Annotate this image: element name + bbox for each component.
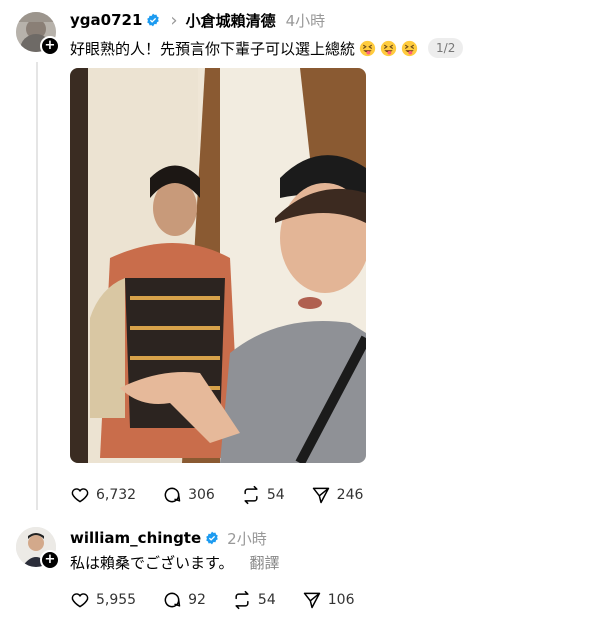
comment-icon [164,487,181,503]
reply-username[interactable]: william_chingte [70,529,201,547]
squinting-face-with-tongue-icon [359,40,376,56]
like-button[interactable]: 6,732 [70,485,136,505]
image-pager: 1/2 [428,38,464,58]
reply-header: william_chingte 2小時 [70,527,267,549]
share-icon [303,592,320,609]
translate-link[interactable]: 翻譯 [250,552,280,573]
heart-icon [71,593,89,608]
share-count: 106 [327,592,355,608]
repost-count: 54 [266,487,285,503]
repost-button[interactable]: 54 [232,590,276,610]
photo-illustration [70,68,366,463]
repost-icon [244,485,258,505]
reply-time[interactable]: 2小時 [227,528,267,549]
reply-to-username[interactable]: 小倉城賴清德 [186,10,276,31]
comment-count: 92 [188,592,206,608]
repost-count: 54 [257,592,276,608]
post-image[interactable] [70,68,366,463]
repost-button[interactable]: 54 [241,485,285,505]
post-actions: 6,732 306 54 246 [70,484,389,506]
comment-button[interactable]: 306 [162,485,215,505]
squinting-face-with-tongue-icon [380,40,397,56]
comment-count: 306 [188,487,215,503]
reply-text-row: 私は賴桑でございます。 翻譯 [70,551,280,573]
comment-icon [164,592,181,608]
verified-badge-icon [206,531,218,545]
like-count: 6,732 [96,487,137,503]
comment-button[interactable]: 92 [162,590,206,610]
chevron-right-icon: › [170,9,178,31]
plus-icon[interactable]: + [40,550,60,570]
share-button[interactable]: 106 [302,590,355,610]
reply-actions: 5,955 92 54 106 [70,589,380,611]
post-text-row: 好眼熟的人！先預言你下輩子可以選上總統 1/2 [70,36,464,60]
like-button[interactable]: 5,955 [70,590,136,610]
heart-icon [71,488,89,503]
thread-line [36,62,38,510]
post-username[interactable]: yga0721 [70,11,142,29]
share-icon [312,487,329,504]
like-count: 5,955 [96,592,137,608]
verified-badge-icon [147,13,160,27]
post-header: yga0721 › 小倉城賴清德 4小時 [70,9,325,31]
repost-icon [235,590,249,610]
post-text: 好眼熟的人！先預言你下輩子可以選上總統 [70,39,356,58]
plus-icon[interactable]: + [40,36,60,56]
post-time[interactable]: 4小時 [286,10,326,31]
reply-text: 私は賴桑でございます。 [70,553,234,572]
share-count: 246 [336,487,364,503]
squinting-face-with-tongue-icon [401,40,418,56]
share-button[interactable]: 246 [311,485,364,505]
